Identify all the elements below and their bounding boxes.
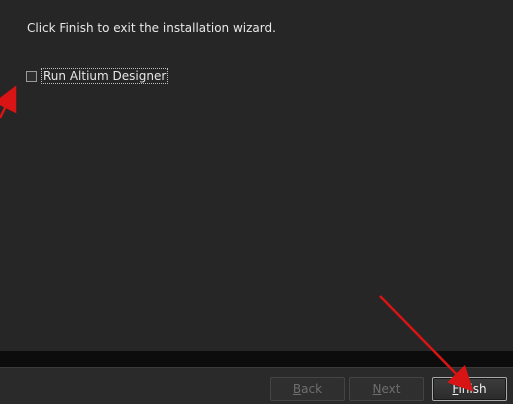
back-button[interactable]: Back [270,377,345,401]
finish-instruction-text: Click Finish to exit the installation wi… [27,21,276,35]
finish-button[interactable]: Finish [432,377,507,401]
wizard-button-bar: Back Next Finish [0,367,513,404]
footer-divider [0,351,513,367]
run-altium-option[interactable]: Run Altium Designer [26,68,169,84]
wizard-content-area: Click Finish to exit the installation wi… [0,0,513,351]
installer-window: Click Finish to exit the installation wi… [0,0,513,404]
run-altium-checkbox[interactable] [26,70,37,82]
run-altium-label[interactable]: Run Altium Designer [41,68,169,84]
next-button[interactable]: Next [349,377,424,401]
